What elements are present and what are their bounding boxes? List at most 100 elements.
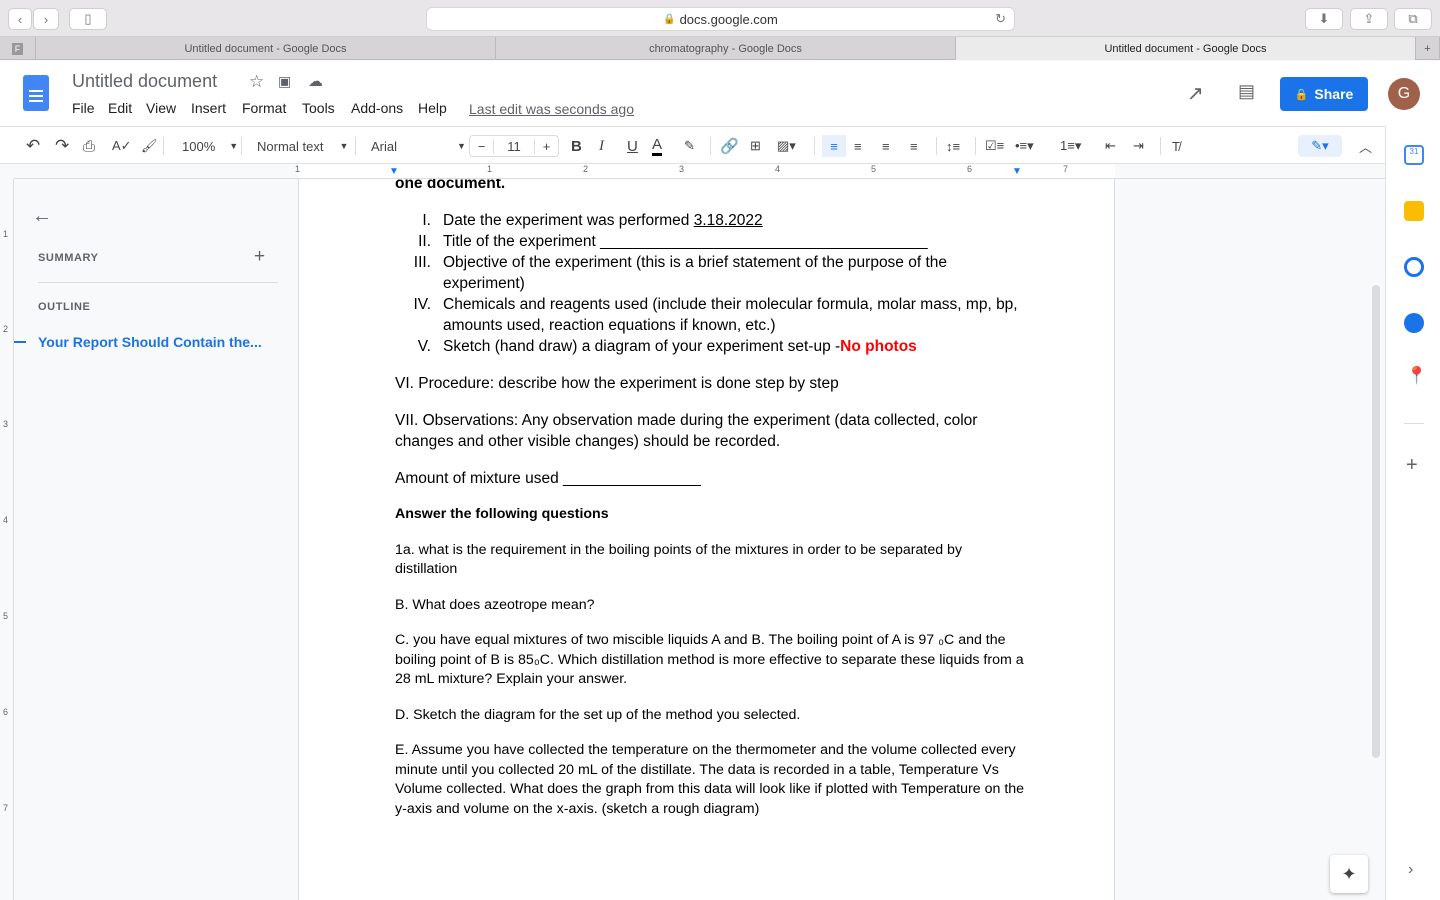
increase-font-size-button[interactable]: + bbox=[534, 138, 558, 154]
align-left-icon[interactable]: ≡ bbox=[822, 135, 846, 157]
forward-button[interactable]: › bbox=[33, 8, 59, 30]
scrollbar[interactable] bbox=[1372, 285, 1380, 758]
document-body[interactable]: one document. I. Date the experiment was … bbox=[395, 179, 1025, 819]
ruler-label: 4 bbox=[775, 164, 781, 174]
numbered-list-icon[interactable]: 1≡▾ bbox=[1060, 135, 1081, 157]
url-text: docs.google.com bbox=[679, 11, 778, 27]
browser-tab-active[interactable]: Untitled document - Google Docs bbox=[956, 37, 1416, 60]
move-folder-icon[interactable]: ▣ bbox=[278, 73, 291, 90]
ruler-page-area: 1 1 2 3 4 5 6 7 ▼ ▼ bbox=[295, 164, 1115, 178]
font-select[interactable]: Arial ▼ bbox=[371, 135, 466, 157]
expand-panel-icon[interactable]: › bbox=[1408, 861, 1413, 879]
share-label: Share bbox=[1314, 86, 1354, 102]
outline-item[interactable]: Your Report Should Contain the... bbox=[38, 334, 262, 350]
line-spacing-icon[interactable]: ↕≡ bbox=[946, 135, 960, 157]
ruler-label: 6 bbox=[967, 164, 973, 174]
maps-icon[interactable]: 📍 bbox=[1406, 366, 1427, 386]
menu-view[interactable]: View bbox=[146, 100, 176, 116]
no-photos-warning: No photos bbox=[840, 338, 917, 355]
paint-format-icon[interactable]: 🖌 bbox=[141, 135, 158, 157]
address-bar[interactable]: 🔒 docs.google.com ↻ bbox=[426, 7, 1015, 31]
vertical-ruler[interactable]: 1 2 3 4 5 6 7 bbox=[0, 179, 14, 900]
question-e: E. Assume you have collected the tempera… bbox=[395, 742, 1025, 817]
list-item: II. Title of the experiment _____________… bbox=[418, 233, 928, 250]
zoom-select[interactable]: 100% ▼ bbox=[182, 135, 238, 157]
insert-image-icon[interactable]: ▨▾ bbox=[777, 135, 796, 157]
close-outline-arrow-icon[interactable]: ← bbox=[32, 205, 52, 228]
align-center-icon[interactable]: ≡ bbox=[854, 135, 862, 157]
star-icon[interactable]: ☆ bbox=[249, 72, 264, 92]
menu-tools[interactable]: Tools bbox=[302, 100, 335, 116]
tabs-overview-button[interactable]: ⧉ bbox=[1394, 8, 1432, 30]
list-item: V. Sketch (hand draw) a diagram of your e… bbox=[417, 338, 917, 355]
right-indent-marker[interactable]: ▼ bbox=[1012, 166, 1022, 177]
italic-button[interactable]: I bbox=[599, 135, 604, 157]
last-edit-link[interactable]: Last edit was seconds ago bbox=[469, 101, 634, 117]
date-value: 3.18.2022 bbox=[693, 212, 763, 229]
back-button[interactable]: ‹ bbox=[8, 8, 32, 30]
docs-logo-icon[interactable] bbox=[23, 75, 49, 111]
add-summary-button[interactable]: + bbox=[254, 246, 265, 268]
menu-addons[interactable]: Add-ons bbox=[351, 100, 403, 116]
add-comment-icon[interactable]: ⊞ bbox=[750, 135, 761, 157]
question-1a: 1a. what is the requirement in the boili… bbox=[395, 541, 963, 578]
procedure-paragraph: VI. Procedure: describe how the experime… bbox=[395, 375, 839, 392]
clear-formatting-icon[interactable]: T̸ bbox=[1172, 135, 1180, 157]
undo-icon[interactable]: ↶ bbox=[26, 135, 40, 157]
browser-tab[interactable]: Untitled document - Google Docs bbox=[36, 37, 496, 60]
menu-edit[interactable]: Edit bbox=[108, 100, 132, 116]
document-title[interactable]: Untitled document bbox=[72, 71, 217, 92]
print-icon[interactable]: ⎙ bbox=[83, 135, 95, 157]
horizontal-ruler[interactable]: 1 1 2 3 4 5 6 7 ▼ ▼ bbox=[14, 164, 1385, 179]
align-right-icon[interactable]: ≡ bbox=[882, 135, 890, 157]
downloads-button[interactable]: ⬇ bbox=[1305, 8, 1343, 30]
decrease-font-size-button[interactable]: − bbox=[470, 138, 494, 154]
activity-trend-icon[interactable]: ↗ bbox=[1187, 81, 1204, 106]
outline-active-marker bbox=[14, 341, 26, 343]
lock-icon: 🔒 bbox=[663, 13, 676, 25]
browser-tab[interactable]: chromatography - Google Docs bbox=[496, 37, 956, 60]
tasks-icon[interactable] bbox=[1404, 257, 1424, 277]
share-browser-button[interactable]: ⇪ bbox=[1350, 8, 1388, 30]
menu-insert[interactable]: Insert bbox=[191, 100, 226, 116]
share-button[interactable]: 🔒 Share bbox=[1280, 77, 1368, 111]
new-tab-button[interactable]: + bbox=[1416, 37, 1440, 60]
increase-indent-icon[interactable]: ⇥ bbox=[1133, 135, 1144, 157]
avatar[interactable]: G bbox=[1388, 78, 1420, 110]
outline-panel: ← SUMMARY + OUTLINE Your Report Should C… bbox=[14, 179, 298, 900]
text-color-button[interactable]: A bbox=[652, 135, 663, 156]
decrease-indent-icon[interactable]: ⇤ bbox=[1105, 135, 1116, 157]
add-addon-icon[interactable]: + bbox=[1406, 454, 1418, 477]
font-size-stepper[interactable]: − 11 + bbox=[469, 135, 559, 157]
editing-mode-button[interactable]: ✎▾ bbox=[1298, 135, 1342, 157]
ruler-label: 2 bbox=[3, 324, 9, 334]
bulleted-list-icon[interactable]: •≡▾ bbox=[1015, 135, 1034, 157]
calendar-icon[interactable]: 31 bbox=[1404, 145, 1424, 165]
reload-icon[interactable]: ↻ bbox=[995, 11, 1006, 27]
list-item: III. Objective of the experiment (this is… bbox=[413, 254, 948, 292]
spellcheck-icon[interactable]: A✓ bbox=[112, 135, 132, 157]
explore-button[interactable]: ✦ bbox=[1330, 855, 1368, 893]
link-icon[interactable]: 🔗 bbox=[720, 135, 739, 157]
checklist-icon[interactable]: ☑≡ bbox=[985, 135, 1004, 157]
keep-icon[interactable] bbox=[1404, 201, 1424, 221]
comments-icon[interactable]: ▤ bbox=[1238, 81, 1255, 102]
document-page[interactable]: one document. I. Date the experiment was … bbox=[298, 179, 1115, 900]
menu-file[interactable]: File bbox=[72, 100, 95, 116]
bold-button[interactable]: B bbox=[571, 135, 582, 157]
sidebar-toggle-button[interactable]: ▯ bbox=[69, 8, 107, 30]
font-size-input[interactable]: 11 bbox=[494, 139, 534, 154]
menu-format[interactable]: Format bbox=[242, 100, 286, 116]
cloud-status-icon[interactable]: ☁ bbox=[308, 72, 323, 90]
contacts-icon[interactable] bbox=[1404, 313, 1424, 333]
menu-help[interactable]: Help bbox=[418, 100, 447, 116]
question-d: D. Sketch the diagram for the set up of … bbox=[395, 706, 801, 723]
justify-icon[interactable]: ≡ bbox=[910, 135, 918, 157]
redo-icon[interactable]: ↷ bbox=[55, 135, 69, 157]
left-indent-marker[interactable]: ▼ bbox=[389, 166, 399, 177]
pinned-tab[interactable]: F bbox=[0, 37, 36, 60]
collapse-menus-icon[interactable]: ︿ bbox=[1359, 135, 1372, 157]
style-select[interactable]: Normal text ▼ bbox=[257, 135, 348, 157]
underline-button[interactable]: U bbox=[627, 135, 638, 157]
highlight-icon[interactable]: ✎ bbox=[684, 135, 695, 157]
